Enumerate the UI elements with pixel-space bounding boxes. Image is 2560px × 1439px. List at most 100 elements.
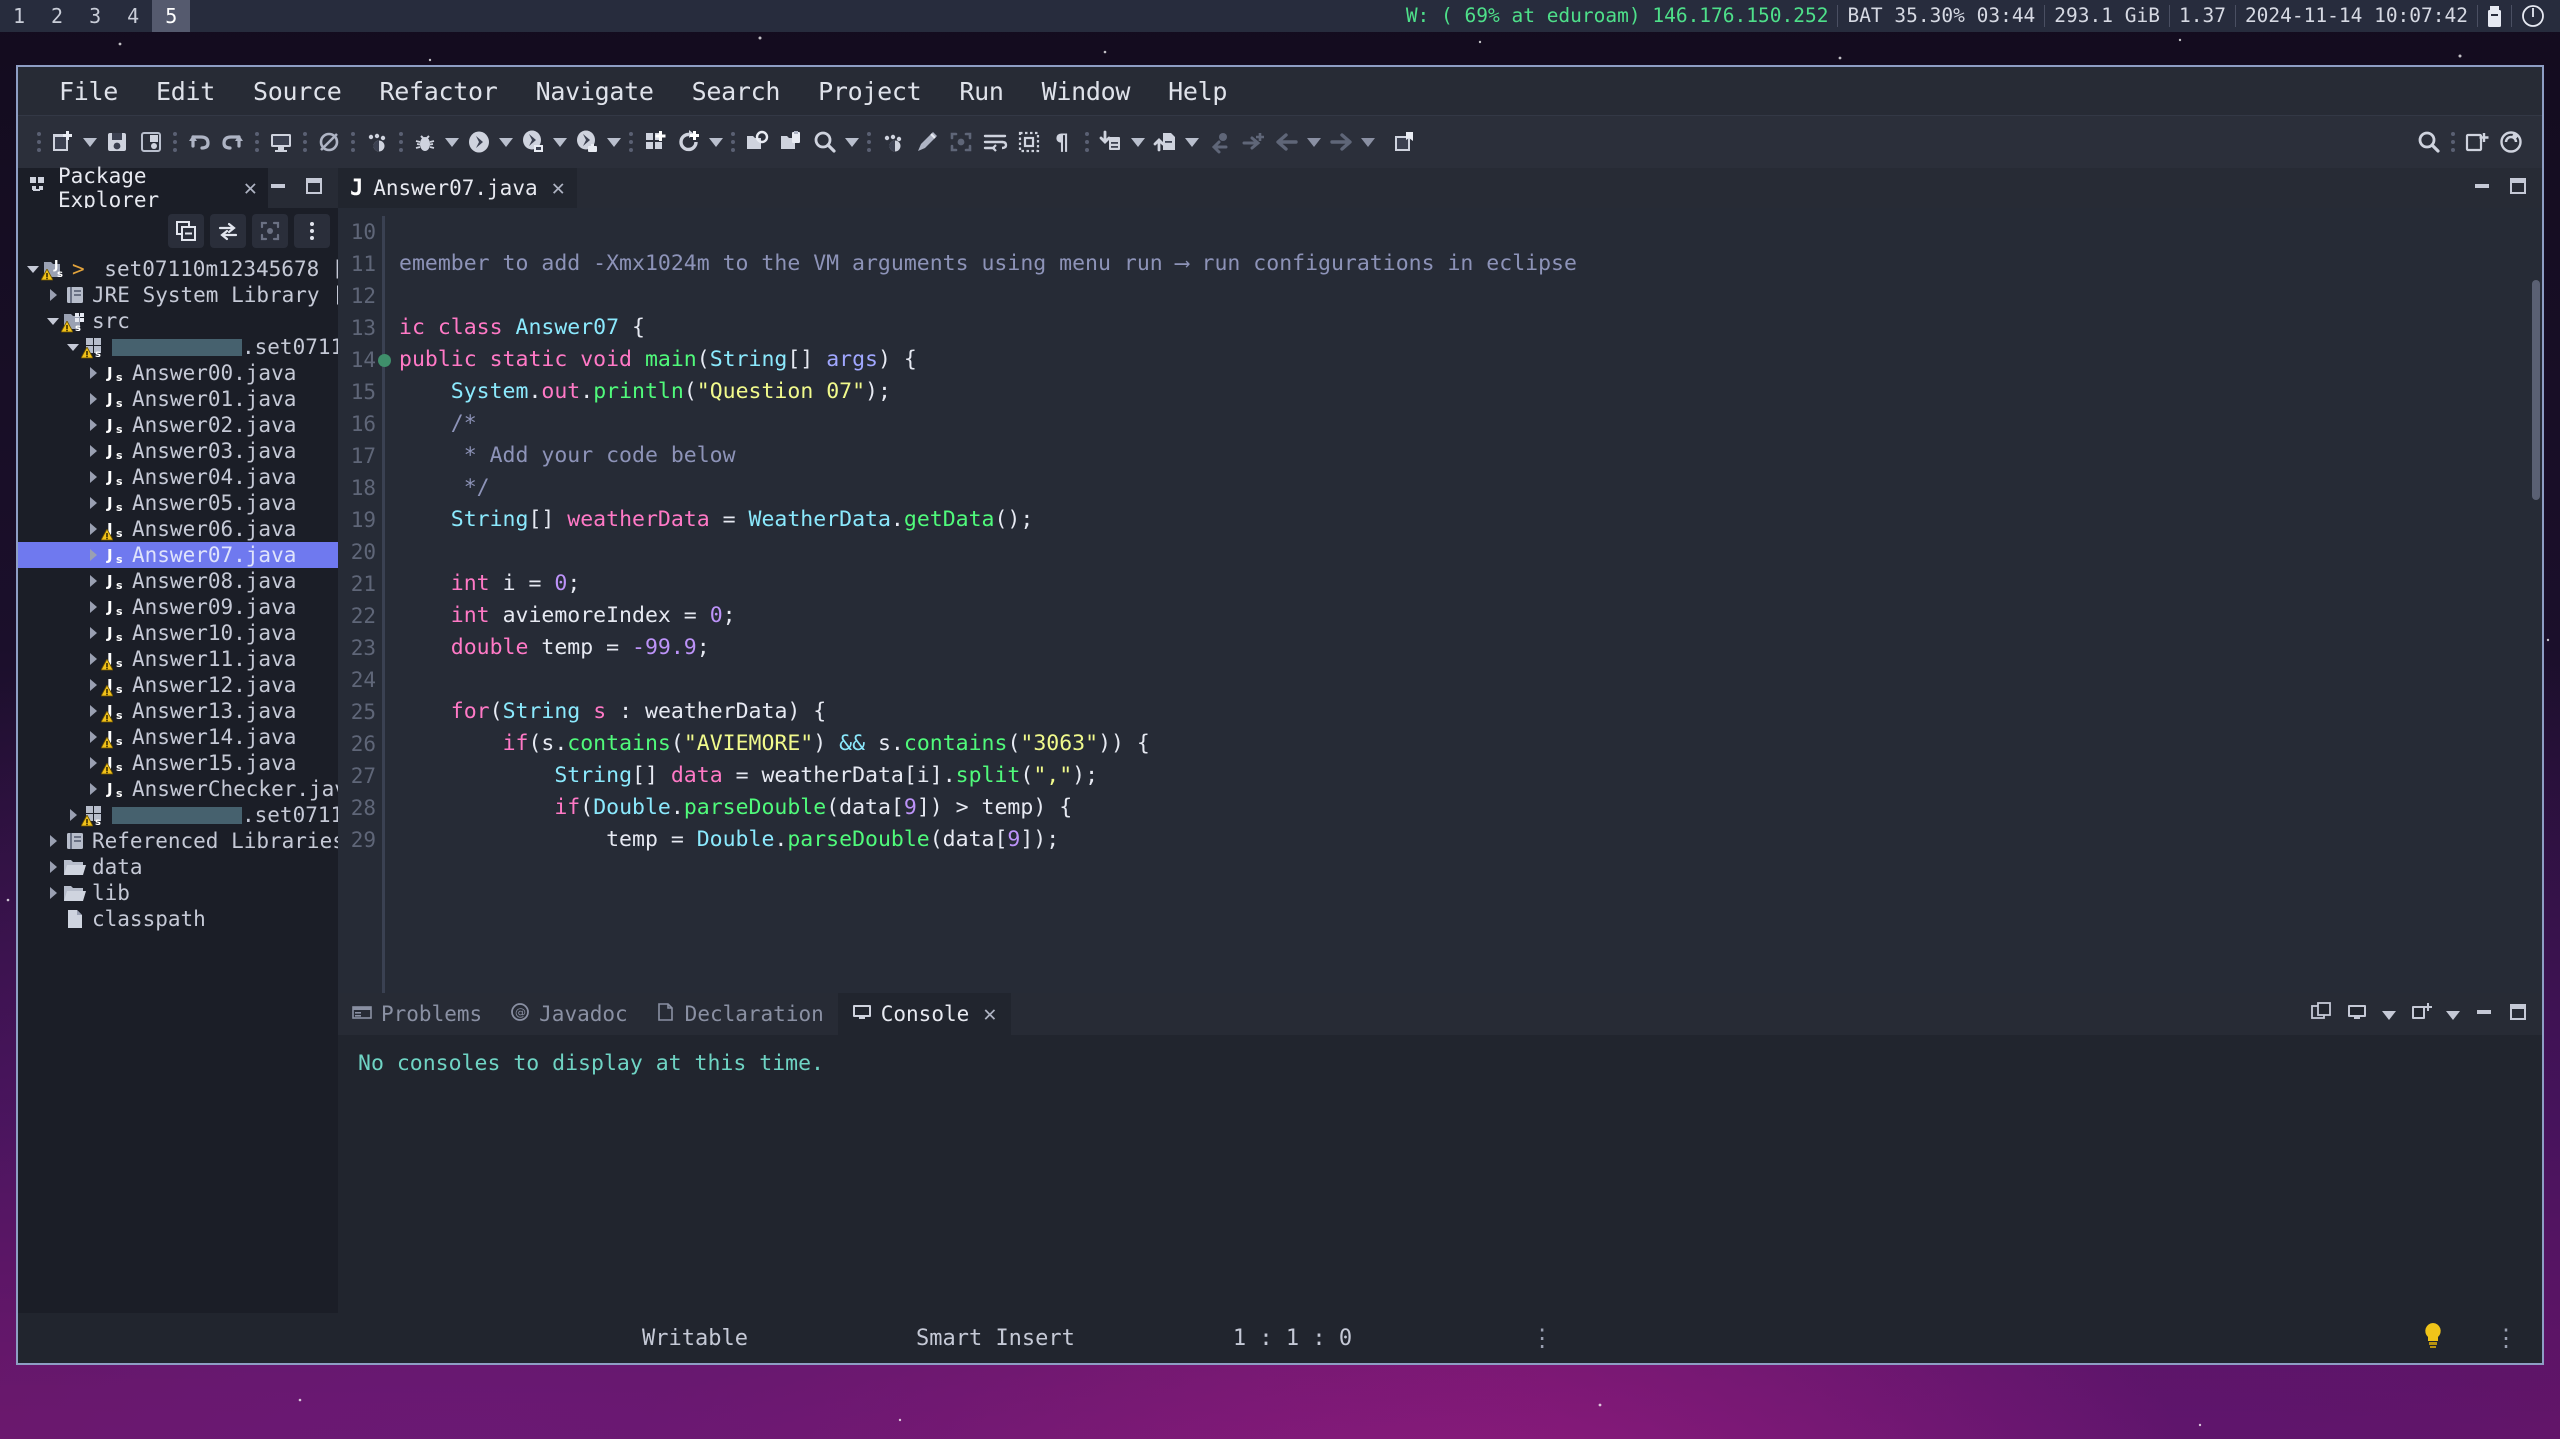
menu-search[interactable]: Search bbox=[673, 71, 800, 112]
new-class-icon[interactable] bbox=[672, 125, 706, 159]
menu-window[interactable]: Window bbox=[1023, 71, 1150, 112]
close-icon[interactable]: ✕ bbox=[983, 1002, 996, 1027]
tree-item[interactable]: Js Answer03.java bbox=[18, 438, 338, 464]
new-window-icon[interactable] bbox=[2460, 125, 2494, 159]
twisty-collapsed-icon[interactable] bbox=[44, 860, 62, 874]
tree-item[interactable]: classpath bbox=[18, 906, 338, 932]
toolbar-grip-right[interactable] bbox=[2446, 125, 2460, 159]
tree-item[interactable]: Js Answer07.java bbox=[18, 542, 338, 568]
save-as-icon[interactable] bbox=[134, 125, 168, 159]
search-quick-access-icon[interactable] bbox=[2412, 125, 2446, 159]
tree-item[interactable]: Js Answer05.java bbox=[18, 490, 338, 516]
focus-icon[interactable] bbox=[944, 125, 978, 159]
next-annotation-icon[interactable] bbox=[1094, 125, 1128, 159]
toolbar-grip-5[interactable] bbox=[346, 125, 360, 159]
new-console-view-icon[interactable] bbox=[2310, 1001, 2332, 1027]
forward-nav-icon[interactable] bbox=[1324, 125, 1358, 159]
tree-item[interactable]: Js Answer11.java bbox=[18, 646, 338, 672]
twisty-collapsed-icon[interactable] bbox=[84, 522, 102, 536]
toolbar-grip-7[interactable] bbox=[624, 125, 638, 159]
close-icon[interactable]: ✕ bbox=[244, 176, 257, 201]
toolbar-grip-4[interactable] bbox=[298, 125, 312, 159]
tab-answer07-java[interactable]: J Answer07.java ✕ bbox=[338, 168, 577, 208]
new-class-dropdown[interactable] bbox=[706, 125, 726, 159]
maximize-icon[interactable] bbox=[2508, 1002, 2528, 1026]
skip-breakpoints-icon[interactable] bbox=[312, 125, 346, 159]
menu-navigate[interactable]: Navigate bbox=[517, 71, 673, 112]
tab-package-explorer[interactable]: Package Explorer ✕ bbox=[18, 164, 268, 212]
twisty-collapsed-icon[interactable] bbox=[84, 678, 102, 692]
external-tools-dropdown[interactable] bbox=[604, 125, 624, 159]
tag-3[interactable]: 3 bbox=[76, 0, 114, 32]
tab-declaration[interactable]: Declaration bbox=[642, 993, 838, 1035]
forward-nav-dropdown[interactable] bbox=[1358, 125, 1378, 159]
external-tools-icon[interactable] bbox=[570, 125, 604, 159]
debug-icon[interactable] bbox=[408, 125, 442, 159]
maximize-icon[interactable] bbox=[2508, 176, 2528, 200]
pilcrow-icon[interactable]: ¶ bbox=[1046, 125, 1080, 159]
twisty-collapsed-icon[interactable] bbox=[84, 548, 102, 562]
menu-project[interactable]: Project bbox=[799, 71, 940, 112]
new-file-dropdown[interactable] bbox=[80, 125, 100, 159]
power-icon[interactable] bbox=[2511, 5, 2554, 27]
usb-icon[interactable] bbox=[2477, 5, 2511, 27]
tree-item[interactable]: Js Answer14.java bbox=[18, 724, 338, 750]
previous-annotation-icon[interactable] bbox=[1148, 125, 1182, 159]
tree-item[interactable]: Js AnswerChecker.java bbox=[18, 776, 338, 802]
new-java-project-icon[interactable] bbox=[638, 125, 672, 159]
tab-console[interactable]: Console ✕ bbox=[837, 993, 1011, 1035]
twisty-expanded-icon[interactable] bbox=[64, 340, 82, 354]
twisty-collapsed-icon[interactable] bbox=[44, 834, 62, 848]
twisty-collapsed-icon[interactable] bbox=[84, 652, 102, 666]
open-type-icon[interactable] bbox=[740, 125, 774, 159]
close-icon[interactable]: ✕ bbox=[552, 176, 565, 201]
display-selected-console-icon[interactable] bbox=[2346, 1001, 2368, 1027]
twisty-collapsed-icon[interactable] bbox=[84, 574, 102, 588]
undo-icon[interactable] bbox=[182, 125, 216, 159]
menu-source[interactable]: Source bbox=[234, 71, 361, 112]
twisty-collapsed-icon[interactable] bbox=[84, 444, 102, 458]
collapse-all-icon[interactable] bbox=[168, 214, 204, 248]
tree-item[interactable]: Js Answer12.java bbox=[18, 672, 338, 698]
tag-4[interactable]: 4 bbox=[114, 0, 152, 32]
tree-item[interactable]: Js Answer15.java bbox=[18, 750, 338, 776]
tab-javadoc[interactable]: @ Javadoc bbox=[496, 993, 642, 1035]
search-icon[interactable] bbox=[808, 125, 842, 159]
forward-icon[interactable] bbox=[1236, 125, 1270, 159]
toolbar-grip[interactable] bbox=[32, 125, 46, 159]
new-file-icon[interactable] bbox=[46, 125, 80, 159]
pencil-icon[interactable] bbox=[910, 125, 944, 159]
console-icon[interactable] bbox=[264, 125, 298, 159]
workspace-tags[interactable]: 1 2 3 4 5 bbox=[0, 0, 191, 32]
twisty-collapsed-icon[interactable] bbox=[84, 782, 102, 796]
tree-item[interactable]: s .set07110Cours bbox=[18, 334, 338, 360]
code-editor[interactable]: 10 11 12 13 14 15 16 17 18 19 20 21 22 23 24 25 26 27 28 29… bbox=[338, 208, 2542, 993]
twisty-collapsed-icon[interactable] bbox=[84, 418, 102, 432]
run-icon[interactable] bbox=[462, 125, 496, 159]
word-wrap-icon[interactable] bbox=[978, 125, 1012, 159]
menu-help[interactable]: Help bbox=[1149, 71, 1246, 112]
twisty-collapsed-icon[interactable] bbox=[84, 470, 102, 484]
twisty-collapsed-icon[interactable] bbox=[84, 730, 102, 744]
open-task-icon[interactable] bbox=[774, 125, 808, 159]
view-menu-icon[interactable] bbox=[294, 214, 330, 248]
collapse-marker-icon[interactable] bbox=[378, 354, 391, 367]
menu-refactor[interactable]: Refactor bbox=[361, 71, 517, 112]
run-dropdown[interactable] bbox=[496, 125, 516, 159]
toolbar-grip-6[interactable] bbox=[394, 125, 408, 159]
run-last-tool-dropdown[interactable] bbox=[550, 125, 570, 159]
editor-vertical-scrollbar[interactable] bbox=[2532, 280, 2540, 500]
pin-editor-icon[interactable] bbox=[1388, 125, 1422, 159]
menu-run[interactable]: Run bbox=[940, 71, 1022, 112]
debug-dropdown[interactable] bbox=[442, 125, 462, 159]
minimize-icon[interactable] bbox=[2474, 1002, 2494, 1026]
twisty-collapsed-icon[interactable] bbox=[84, 756, 102, 770]
status-kebab-right-icon[interactable]: ⋮ bbox=[2470, 1324, 2542, 1352]
project-tree[interactable]: Js> set07110m12345678 [set07110-cJRE Sys… bbox=[18, 254, 338, 1313]
save-icon[interactable] bbox=[100, 125, 134, 159]
twisty-collapsed-icon[interactable] bbox=[84, 392, 102, 406]
maximize-icon[interactable] bbox=[304, 176, 324, 200]
twisty-collapsed-icon[interactable] bbox=[64, 808, 82, 822]
toolbar-grip-9[interactable] bbox=[862, 125, 876, 159]
toolbar-grip-2[interactable] bbox=[168, 125, 182, 159]
